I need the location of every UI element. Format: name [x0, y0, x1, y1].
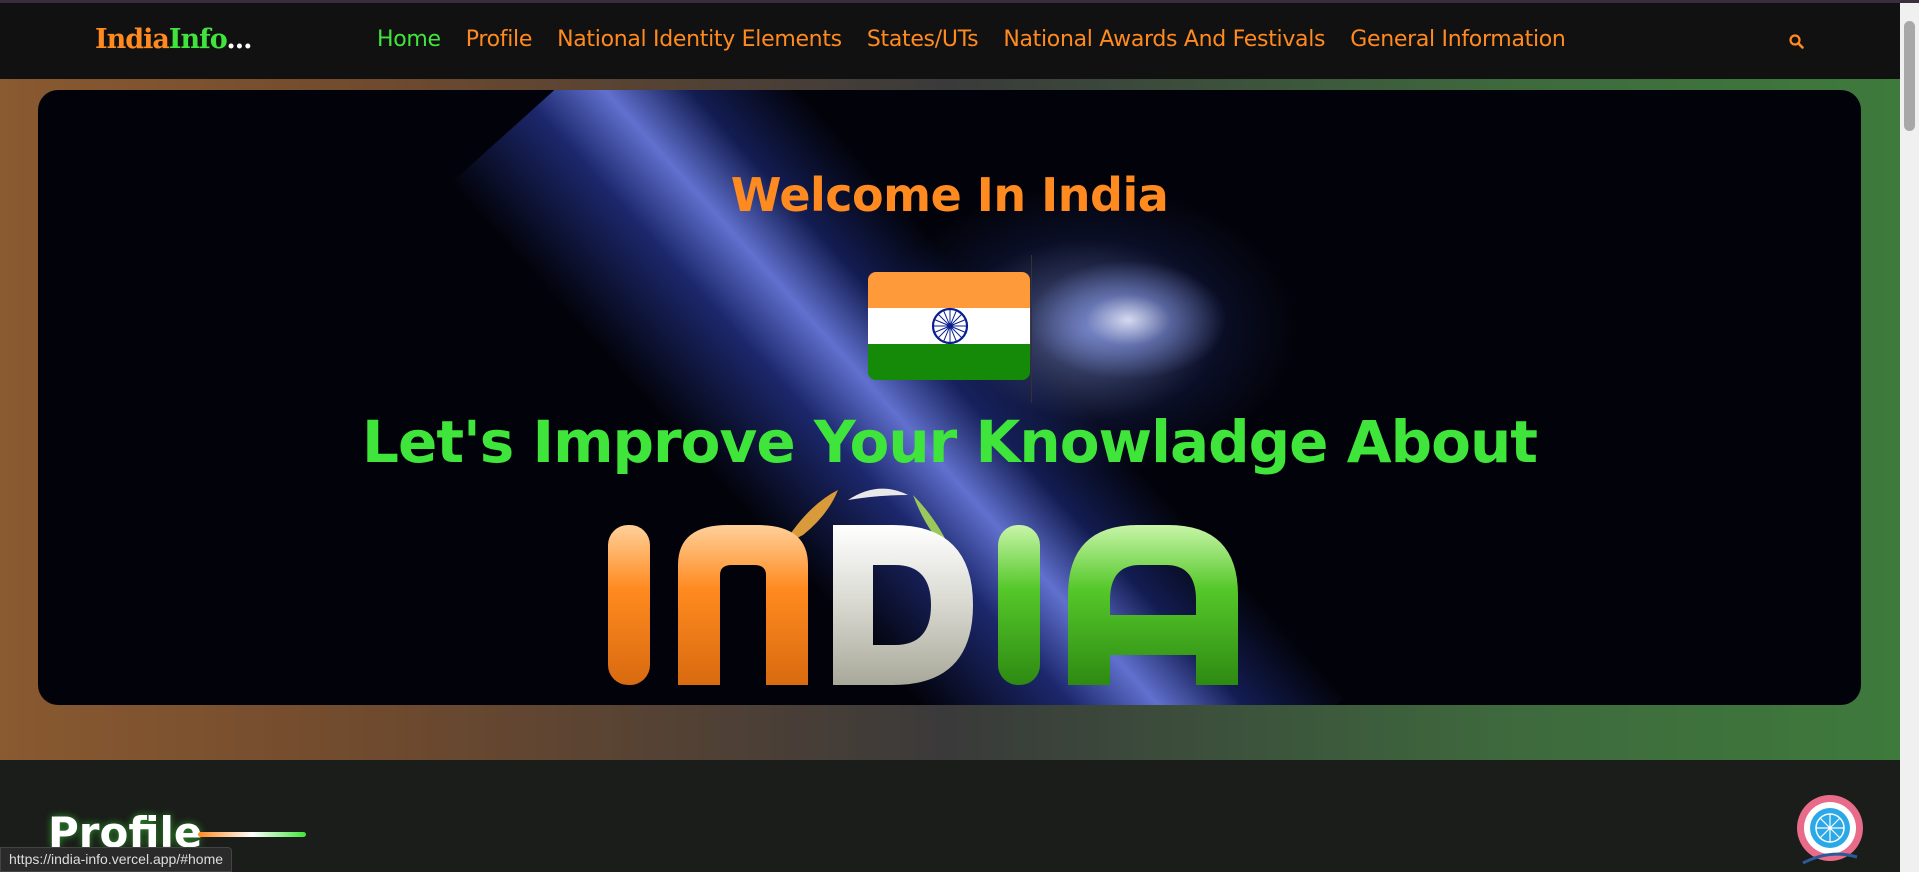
- nav-link-home[interactable]: Home: [377, 27, 441, 52]
- navbar: IndiaInfo... Home Profile National Ident…: [0, 3, 1900, 79]
- flag-white-band: [868, 307, 1030, 345]
- india-logo-art: [608, 488, 1238, 685]
- text-cursor: [1031, 255, 1032, 403]
- logo-part-dots: ...: [226, 24, 252, 55]
- profile-heading-underline: [198, 832, 306, 837]
- search-icon[interactable]: [1788, 33, 1806, 51]
- scrollbar-thumb[interactable]: [1904, 21, 1915, 131]
- nav-link-general-information[interactable]: General Information: [1350, 27, 1566, 52]
- flag-saffron-band: [868, 272, 1030, 308]
- nav-link-national-identity-elements[interactable]: National Identity Elements: [557, 27, 842, 52]
- welcome-heading: Welcome In India: [730, 168, 1169, 222]
- nav-menu: Home Profile National Identity Elements …: [377, 27, 1591, 52]
- nav-link-states-uts[interactable]: States/UTs: [867, 27, 979, 52]
- flag-green-band: [868, 344, 1030, 380]
- hero-banner: Welcome In India Let's Improve Your Know…: [38, 90, 1861, 705]
- indian-flag-icon: [868, 272, 1030, 380]
- page-scrollbar[interactable]: [1900, 3, 1919, 872]
- nav-link-profile[interactable]: Profile: [466, 27, 533, 52]
- chakra-fab-icon[interactable]: [1793, 793, 1867, 867]
- nav-link-national-awards-festivals[interactable]: National Awards And Festivals: [1003, 27, 1325, 52]
- logo-part-india: India: [95, 24, 170, 55]
- status-bar-url: https://india-info.vercel.app/#home: [0, 847, 233, 872]
- profile-section: Profile: [0, 760, 1900, 872]
- light-glow: [1028, 260, 1228, 380]
- logo-part-info: Info: [168, 24, 227, 55]
- site-logo[interactable]: IndiaInfo...: [95, 24, 253, 55]
- ashoka-chakra-icon: [931, 307, 969, 345]
